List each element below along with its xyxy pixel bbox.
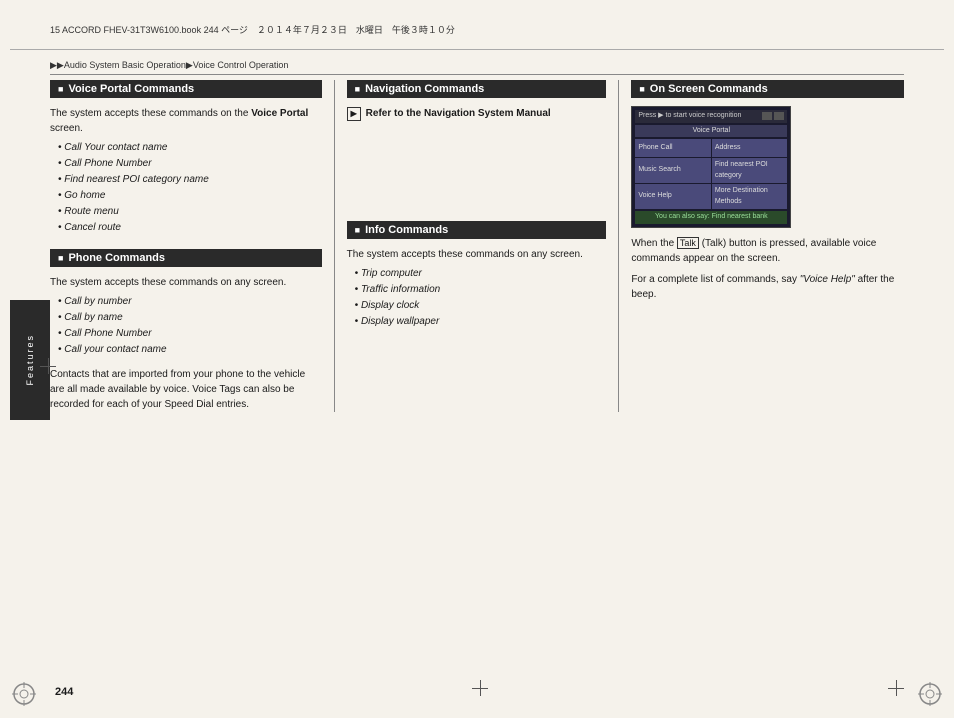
navigation-header: Navigation Commands (347, 80, 607, 98)
list-item: Call by number (58, 294, 322, 309)
voice-portal-header: Voice Portal Commands (50, 80, 322, 98)
main-content: Voice Portal Commands The system accepts… (50, 80, 904, 678)
list-item: Call Your contact name (58, 140, 322, 155)
screen-grid: Phone Call Address Music Search Find nea… (635, 139, 787, 209)
nav-note: ▶ Refer to the Navigation System Manual (347, 106, 607, 121)
screen-mockup: Press ▶ to start voice recognition Voice… (631, 106, 791, 228)
screen-icon (762, 112, 772, 120)
screen-top-bar: Press ▶ to start voice recognition (635, 110, 787, 123)
info-commands-header: Info Commands (347, 221, 607, 239)
screen-cell-poi: Find nearest POI category (712, 158, 788, 183)
phone-commands-body: The system accepts these commands on any… (50, 275, 322, 412)
info-commands-section: Info Commands The system accepts these c… (347, 221, 607, 329)
info-commands-title: Info Commands (365, 224, 448, 236)
voice-portal-body: The system accepts these commands on the… (50, 106, 322, 235)
talk-icon: Talk (677, 237, 699, 249)
screen-cell-music: Music Search (635, 158, 711, 183)
list-item: Trip computer (355, 266, 607, 281)
screen-cell-phone: Phone Call (635, 139, 711, 157)
phone-list: Call by number Call by name Call Phone N… (50, 294, 322, 357)
screen-top-text: Press ▶ to start voice recognition (638, 111, 741, 122)
screen-icons (762, 112, 784, 120)
on-screen-title: On Screen Commands (650, 83, 768, 95)
phone-intro: The system accepts these commands on any… (50, 275, 322, 290)
list-item: Call your contact name (58, 342, 322, 357)
list-item: Go home (58, 188, 322, 203)
breadcrumb-text: ▶▶Audio System Basic Operation▶Voice Con… (50, 60, 288, 70)
nav-icon: ▶ (347, 107, 361, 121)
list-item: Display wallpaper (355, 314, 607, 329)
header-strip: 15 ACCORD FHEV-31T3W6100.book 244 ページ ２０… (10, 10, 944, 50)
corner-decoration-br (916, 680, 944, 708)
nav-note-text: Refer to the Navigation System Manual (366, 106, 551, 121)
voice-portal-list: Call Your contact name Call Phone Number… (50, 140, 322, 235)
info-list: Trip computer Traffic information Displa… (347, 266, 607, 329)
navigation-section: Navigation Commands ▶ Refer to the Navig… (347, 80, 607, 121)
voice-portal-title: Voice Portal Commands (68, 83, 194, 95)
corner-decoration-bl (10, 680, 38, 708)
phone-extra: Contacts that are imported from your pho… (50, 367, 322, 412)
voice-help-text: "Voice Help" (800, 274, 855, 285)
phone-commands-section: Phone Commands The system accepts these … (50, 249, 322, 412)
cross-marker-bottom-center (472, 680, 488, 696)
screen-voice-portal-label: Voice Portal (635, 125, 787, 138)
screen-icon (774, 112, 784, 120)
info-commands-body: The system accepts these commands on any… (347, 247, 607, 329)
list-item: Call Phone Number (58, 156, 322, 171)
list-item: Call by name (58, 310, 322, 325)
phone-commands-header: Phone Commands (50, 249, 322, 267)
voice-portal-intro: The system accepts these commands on the… (50, 106, 322, 136)
on-screen-section: On Screen Commands Press ▶ to start voic… (631, 80, 904, 302)
columns-layout: Voice Portal Commands The system accepts… (50, 80, 904, 412)
screen-cell-more: More Destination Methods (712, 184, 788, 209)
phone-commands-title: Phone Commands (68, 252, 165, 264)
list-item: Route menu (58, 204, 322, 219)
list-item: Call Phone Number (58, 326, 322, 341)
info-intro: The system accepts these commands on any… (347, 247, 607, 262)
screen-cell-address: Address (712, 139, 788, 157)
list-item: Find nearest POI category name (58, 172, 322, 187)
column-2: Navigation Commands ▶ Refer to the Navig… (335, 80, 620, 412)
on-screen-header: On Screen Commands (631, 80, 904, 98)
header-text: 15 ACCORD FHEV-31T3W6100.book 244 ページ ２０… (50, 23, 455, 36)
list-item: Display clock (355, 298, 607, 313)
on-screen-para2: For a complete list of commands, say "Vo… (631, 272, 904, 302)
list-item: Traffic information (355, 282, 607, 297)
column-3: On Screen Commands Press ▶ to start voic… (619, 80, 904, 412)
page-number: 244 (55, 686, 73, 698)
navigation-title: Navigation Commands (365, 83, 484, 95)
voice-portal-section: Voice Portal Commands The system accepts… (50, 80, 322, 235)
column-1: Voice Portal Commands The system accepts… (50, 80, 335, 412)
screen-cell-voice-help: Voice Help (635, 184, 711, 209)
screen-bottom-bar: You can also say: Find nearest bank (635, 211, 787, 224)
breadcrumb: ▶▶Audio System Basic Operation▶Voice Con… (50, 60, 904, 75)
cross-marker-bottom-right (888, 680, 904, 696)
on-screen-para1: When the Talk (Talk) button is pressed, … (631, 236, 904, 266)
features-label: Features (25, 334, 35, 386)
on-screen-body: Press ▶ to start voice recognition Voice… (631, 106, 904, 302)
navigation-body: ▶ Refer to the Navigation System Manual (347, 106, 607, 121)
list-item: Cancel route (58, 220, 322, 235)
